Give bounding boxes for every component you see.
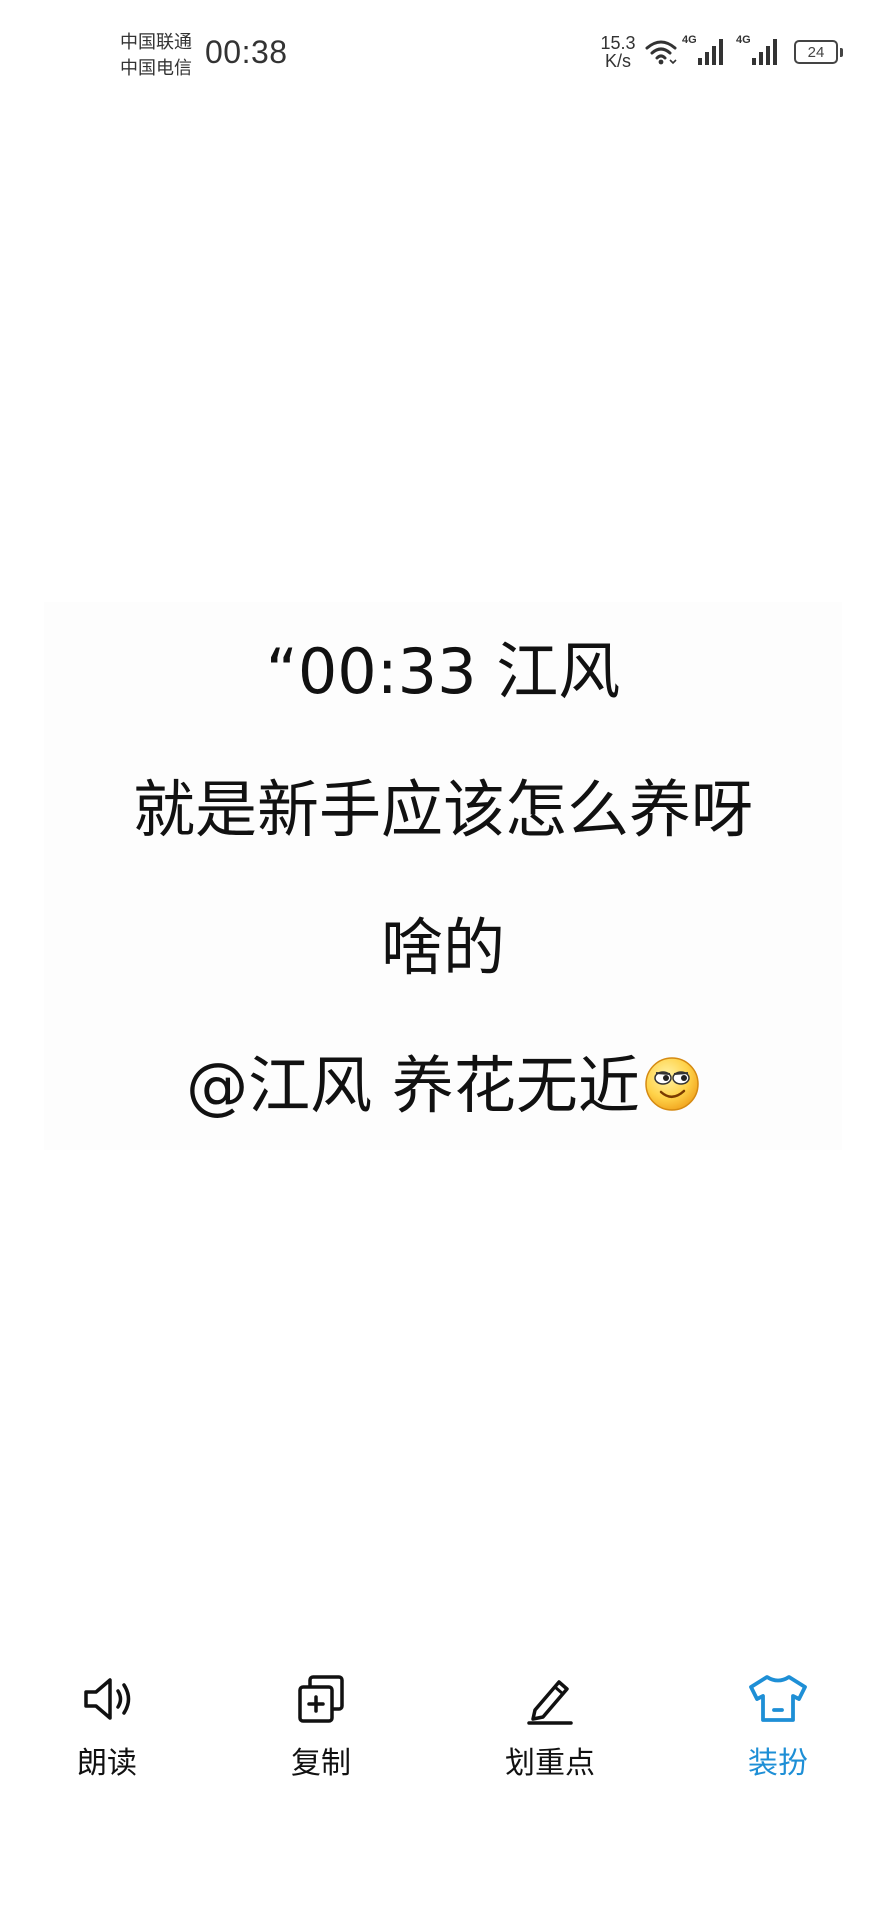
- cell-signal-2: 4G: [736, 34, 782, 70]
- battery-icon: 24: [794, 40, 843, 64]
- copy-label: 复制: [291, 1746, 351, 1781]
- bottom-toolbar: 朗读 复制 划重点 装扮: [0, 1670, 886, 1820]
- highlight-label: 划重点: [505, 1746, 595, 1781]
- highlight-button[interactable]: 划重点: [480, 1670, 620, 1782]
- carrier-1: 中国联通: [120, 32, 192, 53]
- quote-line-4: @江风 养花无近: [44, 1046, 842, 1126]
- cell-signal-1: 4G: [682, 34, 728, 70]
- quote-line-1: “00:33 江风: [265, 635, 621, 708]
- speaker-icon: [84, 1678, 131, 1720]
- status-bar: 中国联通 中国电信 00:38 15.3 K/s 4G 4G 24: [0, 0, 886, 110]
- quote-card: “00:33 江风 就是新手应该怎么养呀 啥的 @江风 养花无近: [44, 602, 842, 1150]
- quote-line-2: 就是新手应该怎么养呀: [132, 773, 753, 846]
- dress-up-button[interactable]: 装扮: [708, 1670, 848, 1782]
- copy-button[interactable]: 复制: [251, 1670, 391, 1782]
- pencil-icon: [527, 1680, 573, 1725]
- read-aloud-label: 朗读: [77, 1746, 137, 1781]
- carrier-2: 中国电信: [120, 58, 192, 79]
- network-speed-unit: K/s: [604, 51, 631, 71]
- battery-level: 24: [807, 43, 825, 61]
- signal-2-network-label: 4G: [736, 34, 751, 46]
- copy-icon: [298, 1675, 344, 1723]
- quote-line-3: 啥的: [380, 911, 505, 984]
- quote-line-4-text: @江风 养花无近: [186, 1049, 640, 1122]
- tshirt-icon: [749, 1675, 807, 1722]
- status-time: 00:38: [205, 34, 288, 70]
- smirk-emoji-icon: [645, 1057, 699, 1111]
- carrier-info: 中国联通 中国电信: [120, 30, 192, 82]
- network-speed: 15.3 K/s: [596, 34, 640, 70]
- dress-up-label: 装扮: [748, 1746, 808, 1781]
- network-speed-value: 15.3: [600, 33, 636, 53]
- signal-1-network-label: 4G: [682, 34, 697, 46]
- wifi-icon: [645, 40, 677, 65]
- read-aloud-button[interactable]: 朗读: [37, 1670, 177, 1782]
